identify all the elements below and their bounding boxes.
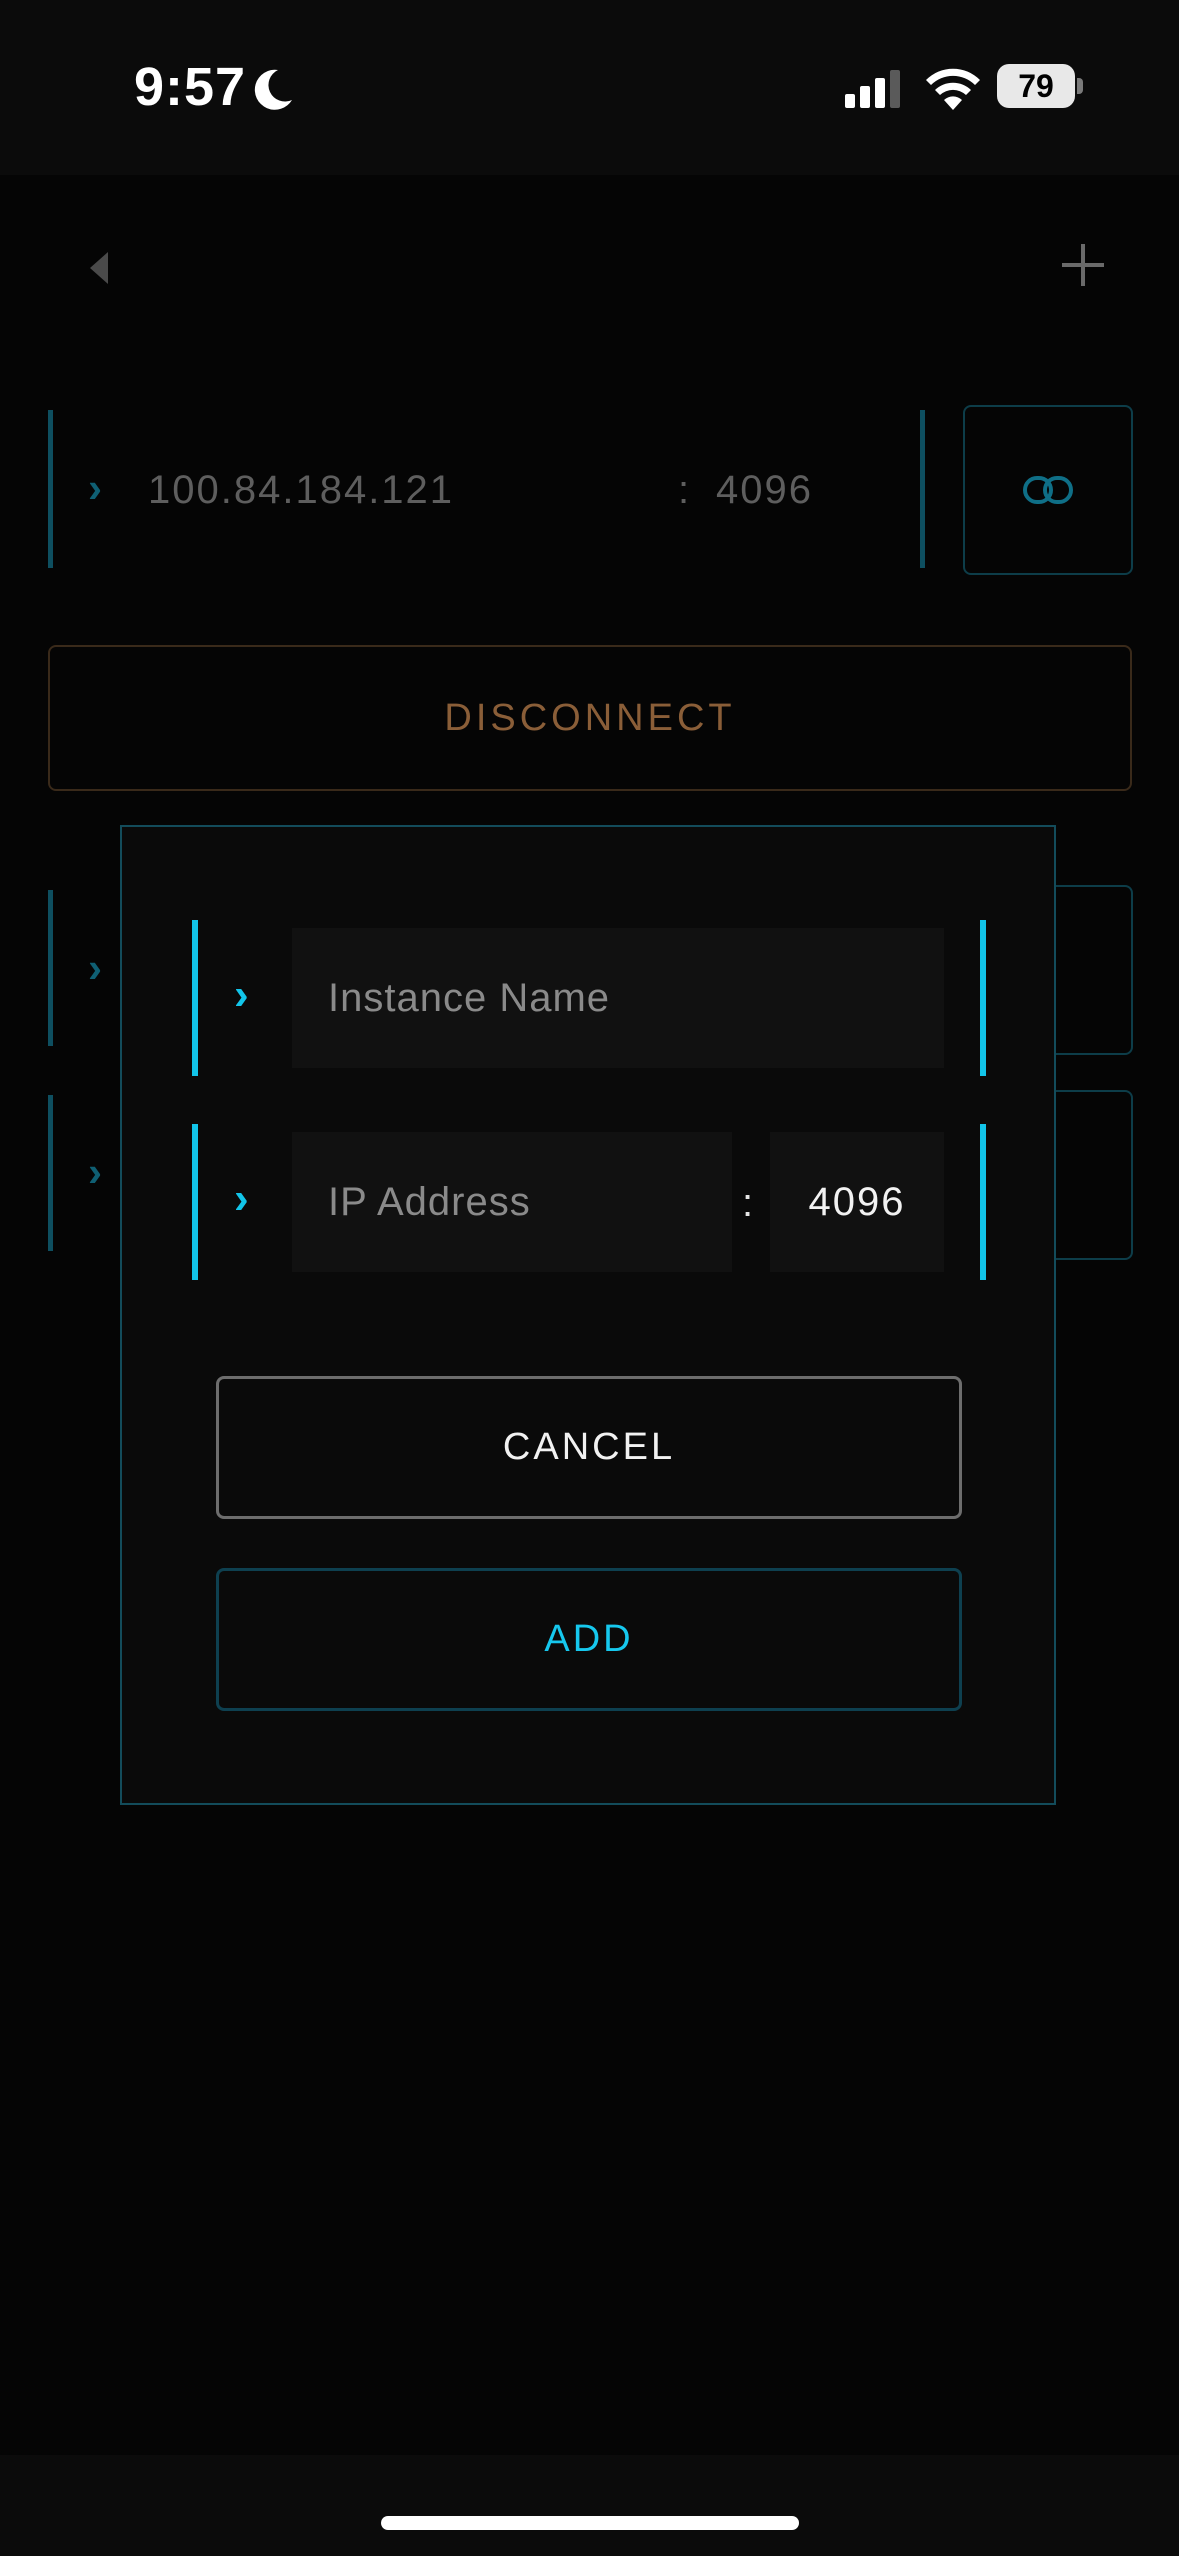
battery-tip [1077,78,1083,94]
chevron-right-icon: › [88,464,102,511]
instance-name-input[interactable] [292,928,944,1068]
cancel-button[interactable]: CANCEL [216,1376,962,1519]
row-accent-right [920,410,925,568]
link-button[interactable] [963,405,1133,575]
ip-address-input[interactable] [292,1132,732,1272]
row-accent-left [48,410,53,568]
field-accent-right [980,920,986,1076]
link-icon [1023,476,1073,504]
home-indicator[interactable] [381,2516,799,2530]
instance-ip[interactable]: 100.84.184.121 [148,468,454,513]
instance-separator: : [678,468,690,512]
row-accent-left [48,1095,53,1251]
disconnect-button[interactable]: DISCONNECT [48,645,1132,791]
ip-port-separator: : [742,1181,754,1225]
battery-indicator: 79 [997,64,1075,108]
chevron-right-icon: › [88,1148,102,1195]
wifi-icon [926,68,980,110]
home-area [0,2455,1179,2556]
cellular-signal-icon [845,70,900,108]
port-input[interactable]: 4096 [770,1132,944,1272]
field-accent-right [980,1124,986,1280]
field-accent-left [192,1124,198,1280]
chevron-right-icon: › [234,970,249,1019]
plus-icon[interactable] [1058,240,1108,290]
chevron-right-icon: › [234,1174,249,1223]
moon-icon [254,69,292,110]
field-accent-left [192,920,198,1076]
chevron-right-icon: › [88,944,102,991]
status-time: 9:57 [134,57,247,117]
add-button[interactable]: ADD [216,1568,962,1711]
back-icon[interactable] [78,248,118,288]
row-accent-left [48,890,53,1046]
instance-port[interactable]: 4096 [716,468,813,513]
